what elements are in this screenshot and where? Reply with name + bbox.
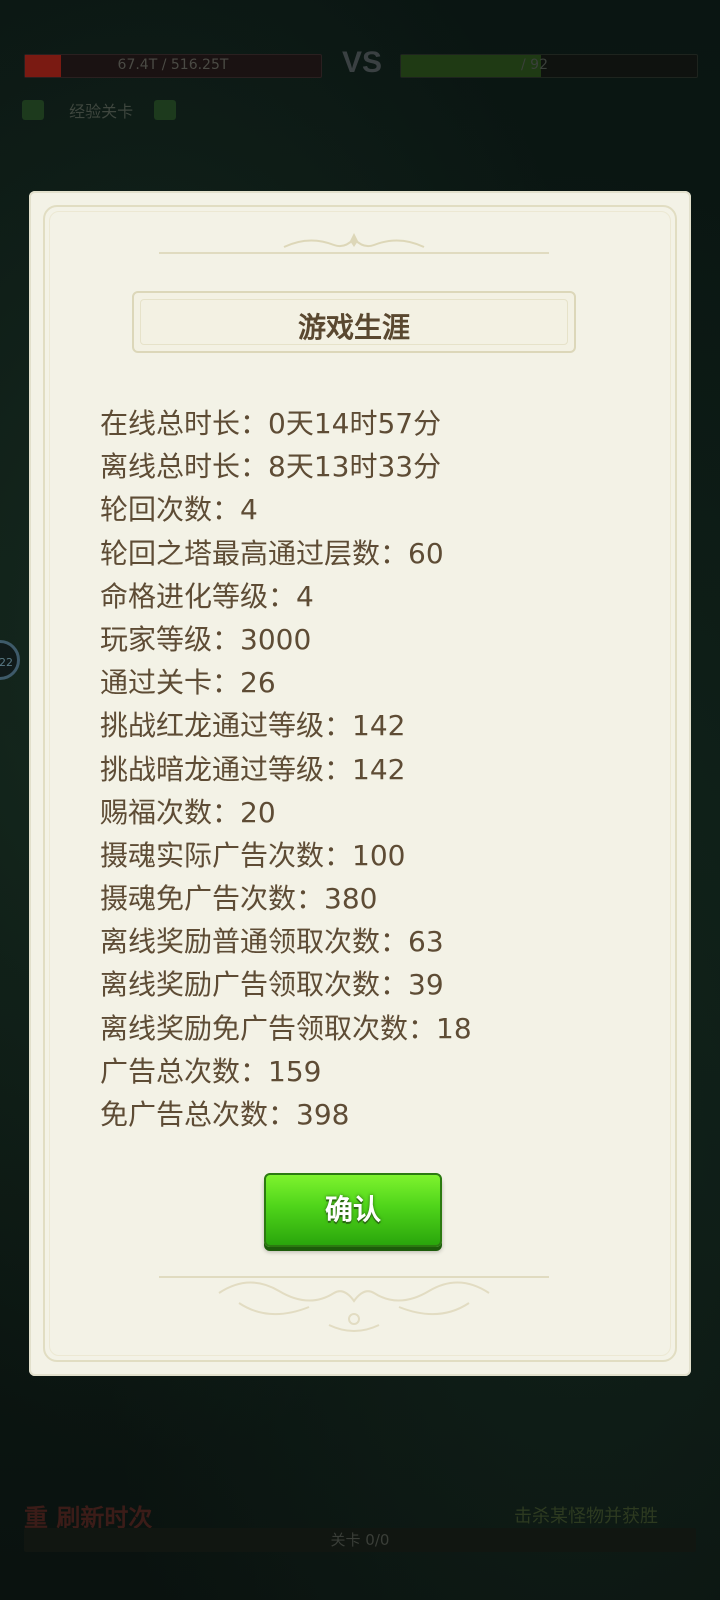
bottom-ornament-icon bbox=[159, 1276, 549, 1332]
bottom-progress-text: 关卡 0/0 bbox=[330, 1531, 390, 1549]
stage-row: 经验关卡 bbox=[22, 98, 177, 122]
stage-chest-icon[interactable] bbox=[22, 100, 44, 120]
stat-player-level: 玩家等级：3000 bbox=[100, 622, 312, 656]
stat-reincarnation-count: 轮回次数：4 bbox=[100, 493, 258, 527]
stat-blessing-count: 赐福次数：20 bbox=[100, 795, 276, 829]
stat-online-time: 在线总时长：0天14时57分 bbox=[100, 407, 442, 440]
stat-soul-ad-free-count: 摄魂免广告次数：380 bbox=[100, 882, 378, 916]
enemy-hp-bar: / 92 bbox=[400, 54, 698, 78]
bottom-progress-bar: 关卡 0/0 bbox=[24, 1528, 696, 1552]
confirm-button[interactable]: 确认 bbox=[264, 1173, 442, 1247]
stat-offline-ad-claims: 离线奖励广告领取次数：39 bbox=[100, 968, 444, 1002]
stage-box-icon[interactable] bbox=[154, 100, 177, 120]
battle-hud: 67.4T / 516.25T VS / 92 bbox=[24, 46, 698, 79]
stat-soul-ad-count: 摄魂实际广告次数：100 bbox=[100, 838, 406, 872]
modal-title: 游戏生涯 bbox=[297, 311, 410, 344]
bottom-task-text: 击杀某怪物并获胜 bbox=[514, 1506, 658, 1527]
career-stats-list: 在线总时长：0天14时57分 离线总时长：8天13时33分 轮回次数：4 轮回之… bbox=[100, 402, 472, 1136]
vs-label: VS bbox=[341, 46, 383, 79]
stat-total-ads: 广告总次数：159 bbox=[100, 1054, 322, 1088]
stat-fate-evolution-level: 命格进化等级：4 bbox=[100, 579, 314, 613]
stat-red-dragon-level: 挑战红龙通过等级：142 bbox=[100, 709, 406, 743]
stat-dark-dragon-level: 挑战暗龙通过等级：142 bbox=[100, 752, 406, 786]
career-modal: 游戏生涯 在线总时长：0天14时57分 离线总时长：8天13时33分 轮回次数：… bbox=[29, 191, 691, 1376]
stat-total-ad-free: 免广告总次数：398 bbox=[100, 1098, 350, 1131]
stat-offline-normal-claims: 离线奖励普通领取次数：63 bbox=[100, 925, 444, 959]
player-hp-bar: 67.4T / 516.25T bbox=[24, 54, 322, 78]
top-ornament-icon bbox=[159, 233, 549, 254]
title-box: 游戏生涯 bbox=[132, 291, 576, 353]
stat-tower-max-floor: 轮回之塔最高通过层数：60 bbox=[100, 536, 444, 570]
stat-offline-ad-free-claims: 离线奖励免广告领取次数：18 bbox=[100, 1011, 472, 1045]
stat-offline-time: 离线总时长：8天13时33分 bbox=[100, 450, 442, 484]
enemy-hp-fill bbox=[401, 55, 541, 77]
confirm-button-label: 确认 bbox=[324, 1193, 381, 1226]
player-hp-text: 67.4T / 516.25T bbox=[117, 57, 229, 73]
stage-label: 经验关卡 bbox=[69, 102, 134, 121]
stat-stages-cleared: 通过关卡：26 bbox=[100, 666, 276, 700]
enemy-hp-text: / 92 bbox=[521, 57, 548, 73]
